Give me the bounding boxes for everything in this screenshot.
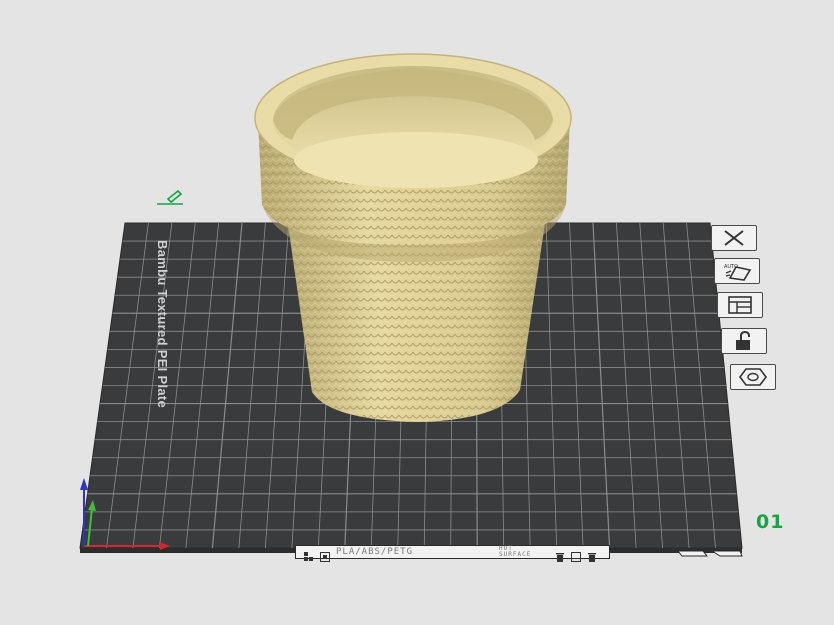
lock-plate-button[interactable] [721, 328, 767, 354]
plate-name-label: Bambu Textured PEI Plate [155, 240, 170, 409]
plate-type-button[interactable] [730, 364, 776, 390]
auto-arrange-icon: AUTO [724, 264, 752, 281]
edit-plate-name-icon[interactable] [156, 189, 184, 211]
plate-settings-button[interactable] [717, 292, 763, 318]
grid-icon [304, 547, 314, 561]
3d-viewport[interactable] [0, 0, 834, 625]
hexagon-nut-icon [739, 368, 767, 386]
unlock-icon [736, 331, 750, 350]
layout-icon [728, 296, 752, 314]
remove-plate-button[interactable] [711, 225, 757, 251]
surface-label: SURFACE [499, 551, 532, 558]
trash-icon [587, 547, 597, 562]
plate-icon [320, 547, 330, 562]
plate-number[interactable]: 01 [756, 511, 784, 533]
square-icon [571, 547, 582, 562]
hot-surface-label: HOT SURFACE [499, 546, 531, 558]
filament-types-label: PLA/ABS/PETG [336, 547, 414, 557]
auto-arrange-button[interactable]: AUTO [714, 258, 760, 284]
trash-icon [555, 547, 565, 562]
close-icon [724, 230, 744, 246]
bed-label-strip: PLA/ABS/PETG HOT SURFACE [295, 545, 610, 562]
